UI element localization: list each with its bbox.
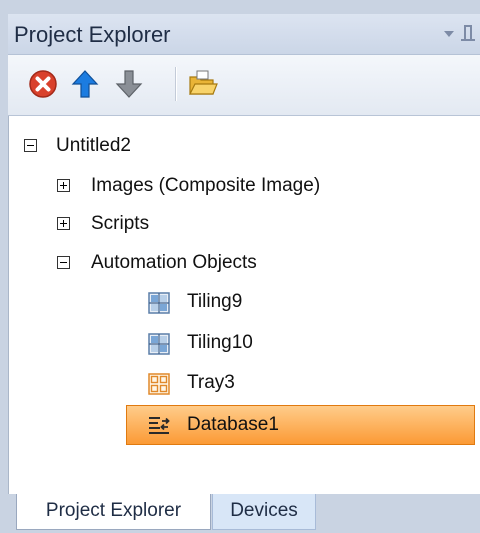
tree-node-automation-objects[interactable]: Automation Objects [9, 245, 469, 281]
tree-node-scripts[interactable]: Scripts [9, 206, 469, 242]
panel-title-bar: Project Explorer [8, 14, 480, 55]
tray-icon [148, 372, 170, 395]
arrow-up-icon[interactable] [68, 67, 102, 101]
toolbar [8, 55, 480, 116]
panel-dropdown-icon[interactable] [444, 31, 454, 37]
tree-item-label: Tray3 [187, 372, 235, 393]
tab-project-explorer[interactable]: Project Explorer [16, 494, 211, 530]
panel-tab-bar: Project Explorer Devices [8, 494, 480, 533]
collapse-icon[interactable] [57, 256, 70, 269]
toolbar-separator [175, 67, 177, 101]
tree-item-database1[interactable]: Database1 [9, 407, 469, 443]
collapse-icon[interactable] [24, 139, 37, 152]
remove-icon[interactable] [26, 67, 60, 101]
tree-item-tiling9[interactable]: Tiling9 [9, 284, 469, 320]
tree-node-root[interactable]: Untitled2 [9, 128, 469, 164]
tree-item-label: Database1 [187, 414, 279, 435]
tree-node-label: Untitled2 [56, 135, 131, 156]
tree-item-tray3[interactable]: Tray3 [9, 365, 469, 401]
tiling-icon [148, 291, 170, 314]
panel-title: Project Explorer [14, 22, 171, 47]
tiling-icon [148, 332, 170, 355]
project-tree: Untitled2 Images (Composite Image) Scrip… [8, 116, 480, 494]
tree-node-label: Images (Composite Image) [91, 175, 321, 196]
open-folder-icon[interactable] [186, 67, 220, 101]
expand-icon[interactable] [57, 179, 70, 192]
tree-item-tiling10[interactable]: Tiling10 [9, 325, 469, 361]
expand-icon[interactable] [57, 217, 70, 230]
tree-item-label: Tiling10 [187, 332, 253, 353]
arrow-down-icon[interactable] [112, 67, 146, 101]
tab-devices[interactable]: Devices [212, 494, 316, 530]
database-icon [148, 414, 170, 436]
tree-item-label: Tiling9 [187, 291, 243, 312]
pin-icon[interactable] [461, 25, 475, 41]
tree-node-label: Automation Objects [91, 252, 257, 273]
project-explorer-panel: Project Explorer Untitled2 Images (Compo… [0, 0, 480, 533]
tree-node-images[interactable]: Images (Composite Image) [9, 168, 469, 204]
tree-node-label: Scripts [91, 213, 150, 234]
